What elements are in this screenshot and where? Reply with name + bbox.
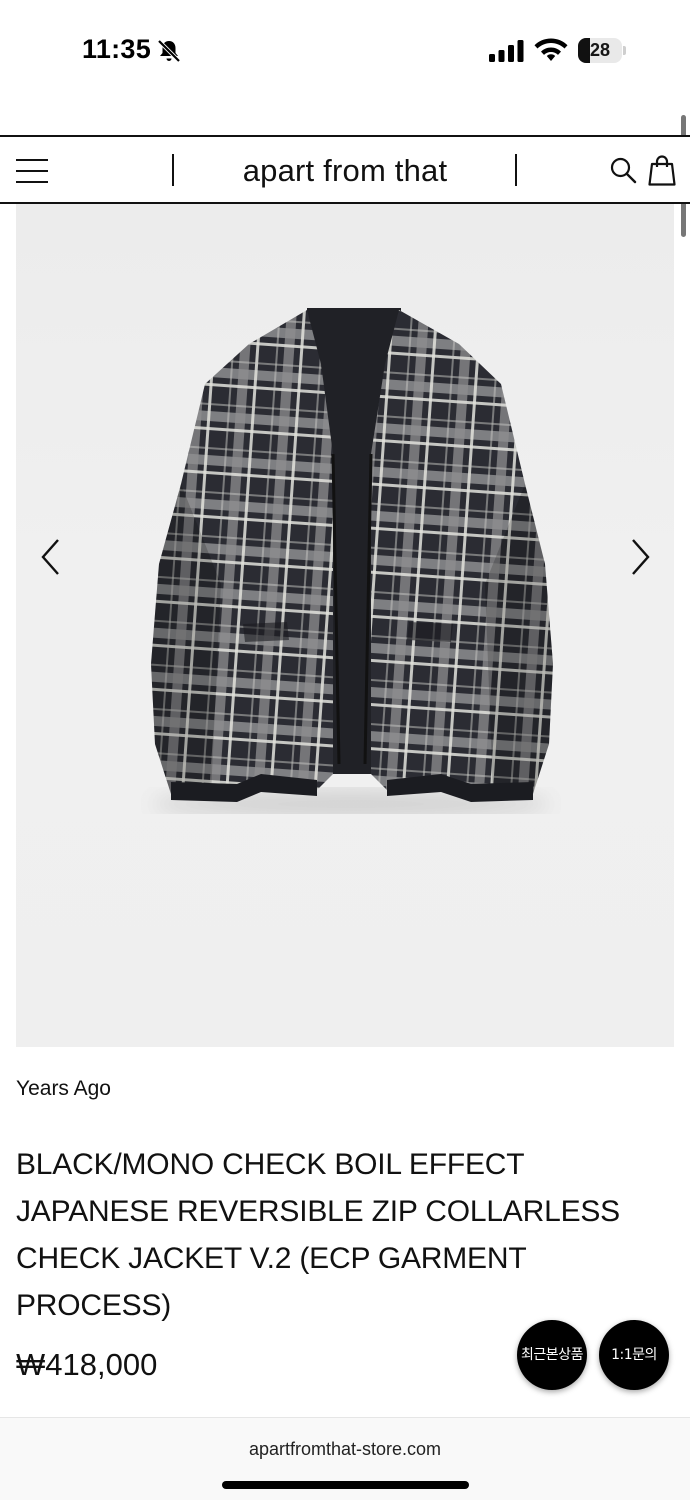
product-brand[interactable]: Years Ago bbox=[16, 1077, 111, 1101]
inquiry-button[interactable]: 1:1문의 bbox=[599, 1320, 669, 1390]
jacket-photo bbox=[151, 308, 553, 814]
chevron-right-icon[interactable] bbox=[623, 537, 653, 577]
battery-level: 28 bbox=[589, 40, 611, 60]
hamburger-menu-icon[interactable] bbox=[16, 159, 48, 183]
battery-icon: 28 bbox=[578, 38, 626, 63]
status-bar: 11:35 28 bbox=[0, 0, 690, 100]
url-text[interactable]: apartfromthat-store.com bbox=[0, 1439, 690, 1460]
browser-url-bar[interactable]: apartfromthat-store.com bbox=[0, 1417, 690, 1500]
product-price: ₩418,000 bbox=[16, 1347, 158, 1382]
product-title: BLACK/MONO CHECK BOIL EFFECT JAPANESE RE… bbox=[16, 1148, 620, 1322]
recent-items-button[interactable]: 최근본상품 bbox=[517, 1320, 587, 1390]
site-header: apart from that bbox=[0, 135, 690, 204]
status-time: 11:35 bbox=[82, 34, 152, 64]
chevron-left-icon[interactable] bbox=[38, 537, 68, 577]
shopping-bag-icon[interactable] bbox=[648, 154, 676, 186]
cellular-signal-icon bbox=[489, 40, 524, 62]
brand-logo[interactable]: apart from that bbox=[174, 153, 516, 189]
search-icon[interactable] bbox=[609, 156, 637, 184]
product-image[interactable] bbox=[16, 204, 674, 1047]
wifi-icon bbox=[534, 38, 568, 61]
home-indicator[interactable] bbox=[222, 1481, 469, 1489]
bell-slash-icon bbox=[157, 39, 181, 63]
header-divider-right bbox=[515, 154, 517, 186]
